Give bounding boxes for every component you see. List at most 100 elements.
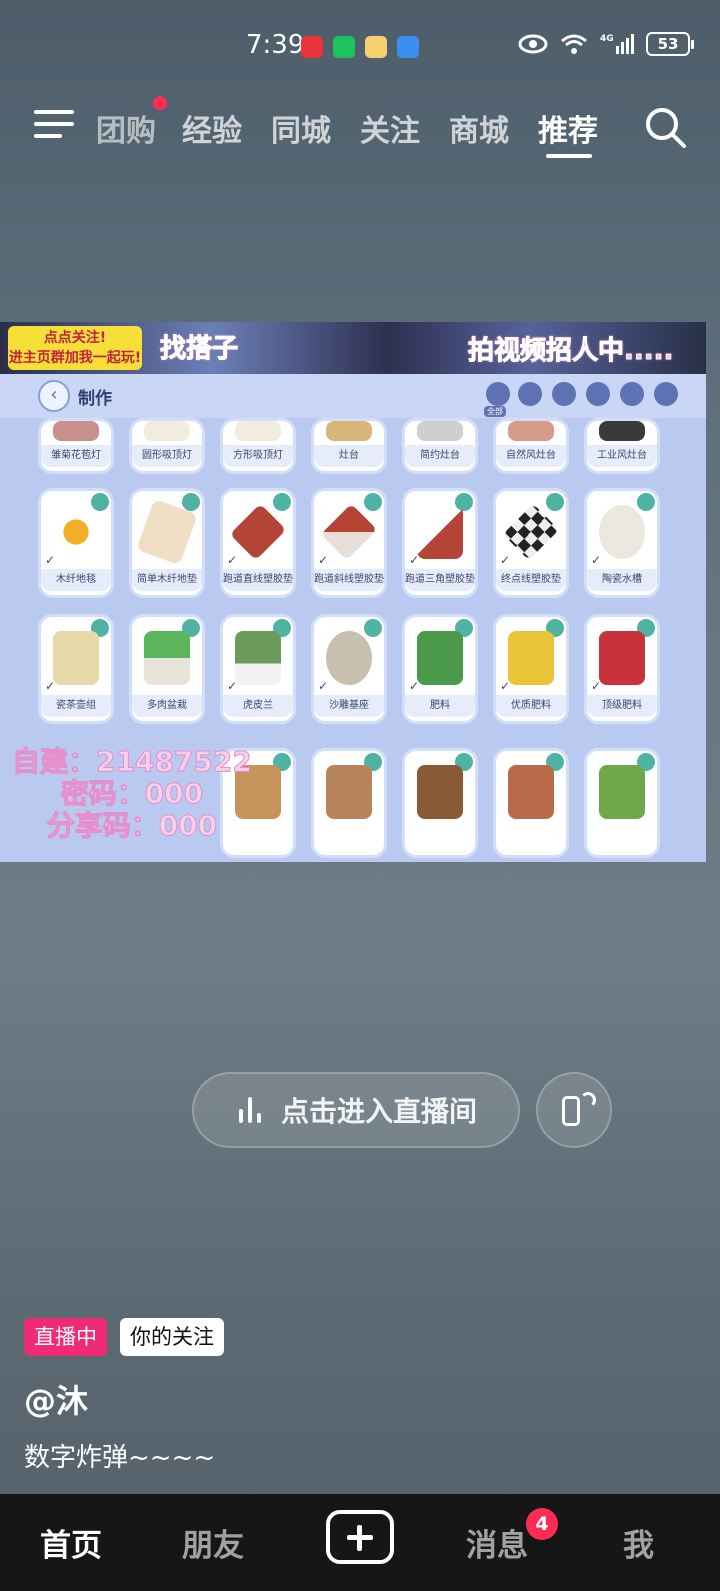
video-description: 数字炸弹~~~~ xyxy=(24,1443,216,1473)
room-info-overlay: 自建：21487522 密码：000 分享码：000 xyxy=(12,745,253,842)
wrench-icon xyxy=(546,493,564,511)
tab-mall[interactable]: 商城 xyxy=(449,106,509,150)
tab-friends[interactable]: 朋友 xyxy=(182,1520,244,1565)
active-tab-indicator xyxy=(546,154,592,158)
find-partner-text: 找搭子 xyxy=(159,334,239,365)
item-thumb xyxy=(508,421,554,441)
item-card: ✓ 肥料 xyxy=(402,614,478,724)
item-thumb xyxy=(326,631,372,685)
following-badge: 你的关注 xyxy=(120,1318,224,1356)
live-video-preview[interactable]: 点点关注! 进主页群加我一起玩! 找搭子 拍视频招人中..... ‹ 制作 全部… xyxy=(0,322,706,862)
check-icon: ✓ xyxy=(500,553,511,567)
item-label: 简单木纤地垫 xyxy=(132,569,202,591)
item-card: 雏菊花苞灯 xyxy=(38,418,114,474)
item-card xyxy=(493,748,569,858)
room-share-code-text: 分享码：000 xyxy=(46,809,218,842)
check-icon: ✓ xyxy=(591,679,602,693)
author-name[interactable]: @沐 xyxy=(24,1376,88,1422)
wrench-icon xyxy=(182,493,200,511)
wrench-icon xyxy=(364,493,382,511)
item-card: 多肉盆栽 xyxy=(129,614,205,724)
item-card: ✓ 瓷茶壶组 xyxy=(38,614,114,724)
item-card: ✓ 跑道三角塑胶垫 xyxy=(402,488,478,598)
tab-experience[interactable]: 经验 xyxy=(182,106,242,150)
tab-local[interactable]: 同城 xyxy=(271,106,331,150)
item-card xyxy=(584,748,660,858)
item-thumb xyxy=(53,421,99,441)
item-card: ✓ 木纤地毯 xyxy=(38,488,114,598)
item-card: 自然风灶台 xyxy=(493,418,569,474)
item-label: 瓷茶壶组 xyxy=(41,695,111,717)
check-icon: ✓ xyxy=(227,679,238,693)
search-icon[interactable] xyxy=(644,106,688,150)
item-thumb xyxy=(326,421,372,441)
huawei-app-icon xyxy=(301,36,323,58)
item-card: 灶台 xyxy=(311,418,387,474)
wrench-icon xyxy=(637,493,655,511)
item-label: 陶瓷水槽 xyxy=(587,569,657,591)
item-card: ✓ 沙雕基座 xyxy=(311,614,387,724)
category-icon-2 xyxy=(518,382,542,406)
enter-live-label: 点击进入直播间 xyxy=(280,1095,477,1128)
wrench-icon xyxy=(273,493,291,511)
tab-recommend[interactable]: 推荐 xyxy=(538,106,598,150)
check-icon: ✓ xyxy=(409,553,420,567)
item-label: 圆形吸顶灯 xyxy=(132,445,202,467)
check-icon: ✓ xyxy=(409,679,420,693)
check-icon: ✓ xyxy=(591,553,602,567)
game-header: ‹ 制作 全部 xyxy=(0,374,706,418)
item-card: ✓ 陶瓷水槽 xyxy=(584,488,660,598)
item-thumb xyxy=(53,505,99,559)
item-thumb xyxy=(417,505,463,559)
tab-following[interactable]: 关注 xyxy=(360,106,420,150)
item-card: 简单木纤地垫 xyxy=(129,488,205,598)
item-card: ✓ 终点线塑胶垫 xyxy=(493,488,569,598)
item-card: 工业风灶台 xyxy=(584,418,660,474)
bottom-tab-bar: 首页 朋友 消息 4 我 xyxy=(0,1494,720,1591)
item-label: 肥料 xyxy=(405,695,475,717)
game-title: 制作 xyxy=(78,389,112,409)
rotate-screen-button[interactable] xyxy=(536,1072,612,1148)
top-nav: 团购 经验 同城 关注 商城 推荐 xyxy=(0,96,720,166)
item-label: 终点线塑胶垫 xyxy=(496,569,566,591)
item-thumb xyxy=(417,765,463,819)
enter-live-room-button[interactable]: 点击进入直播间 xyxy=(192,1072,520,1148)
item-label: 雏菊花苞灯 xyxy=(41,445,111,467)
item-label: 跑道斜线塑胶垫 xyxy=(314,569,384,591)
item-label: 自然风灶台 xyxy=(496,445,566,467)
tab-home[interactable]: 首页 xyxy=(40,1520,102,1565)
item-label: 多肉盆栽 xyxy=(132,695,202,717)
wrench-icon xyxy=(364,619,382,637)
tab-group-buy[interactable]: 团购 xyxy=(96,106,156,150)
menu-icon[interactable] xyxy=(34,110,74,140)
live-status-badge: 直播中 xyxy=(24,1318,107,1356)
category-icon-6 xyxy=(654,382,678,406)
rotate-icon xyxy=(562,1096,580,1126)
item-thumb xyxy=(502,503,560,561)
check-icon: ✓ xyxy=(500,679,511,693)
item-label: 方形吸顶灯 xyxy=(223,445,293,467)
item-card: ✓ 跑道斜线塑胶垫 xyxy=(311,488,387,598)
item-label: 沙雕基座 xyxy=(314,695,384,717)
tab-messages[interactable]: 消息 xyxy=(466,1520,528,1565)
item-card: ✓ 虎皮兰 xyxy=(220,614,296,724)
audio-bars-icon xyxy=(235,1095,265,1125)
item-thumb xyxy=(417,421,463,441)
wrench-icon xyxy=(91,493,109,511)
tab-me[interactable]: 我 xyxy=(623,1520,654,1565)
game-back-icon: ‹ xyxy=(38,380,70,412)
create-post-button[interactable] xyxy=(326,1510,394,1564)
item-card: ✓ 跑道直线塑胶垫 xyxy=(220,488,296,598)
item-label: 简约灶台 xyxy=(405,445,475,467)
item-thumb xyxy=(235,631,281,685)
item-thumb xyxy=(235,421,281,441)
check-icon: ✓ xyxy=(45,553,56,567)
item-label: 跑道直线塑胶垫 xyxy=(223,569,293,591)
eye-icon xyxy=(518,34,548,54)
item-thumb xyxy=(599,765,645,819)
category-label: 全部 xyxy=(484,406,506,417)
item-card: 方形吸顶灯 xyxy=(220,418,296,474)
item-label: 灶台 xyxy=(314,445,384,467)
room-id-text: 自建：21487522 xyxy=(12,745,253,778)
item-card: 简约灶台 xyxy=(402,418,478,474)
